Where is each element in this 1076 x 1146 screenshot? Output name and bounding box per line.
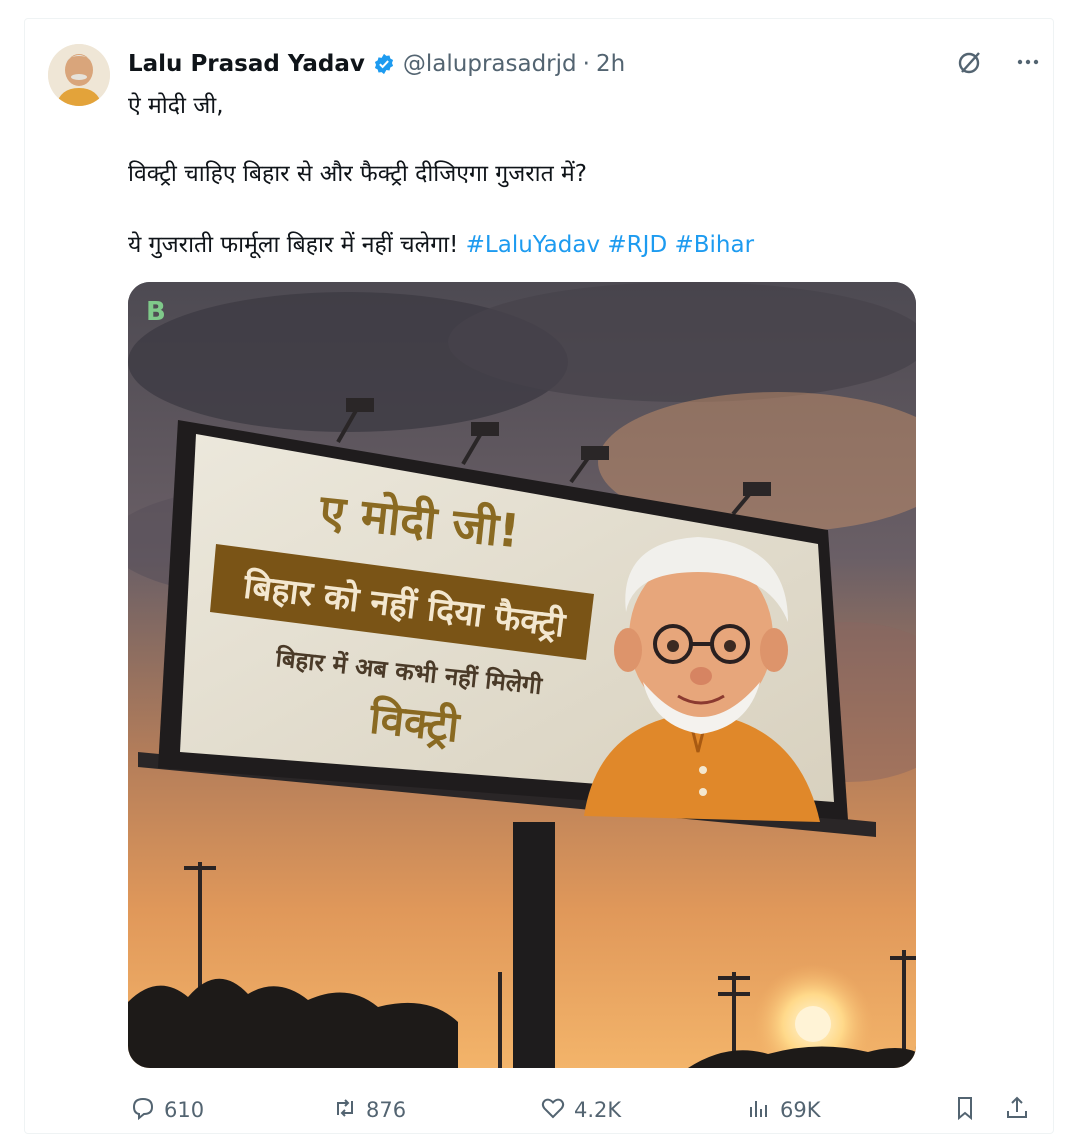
hashtag-bihar[interactable]: #Bihar — [674, 232, 754, 258]
views-count: 69K — [780, 1098, 821, 1122]
repost-icon — [332, 1095, 358, 1126]
separator-dot: · — [582, 51, 590, 77]
post-top-actions — [956, 48, 1042, 76]
image-logo: B — [146, 297, 166, 327]
share-button[interactable] — [1004, 1090, 1030, 1130]
hashtag-laluyadav[interactable]: #LaluYadav — [466, 232, 600, 258]
repost-button[interactable]: 876 — [332, 1090, 406, 1130]
views-button[interactable]: 69K — [746, 1090, 821, 1130]
bookmark-icon — [952, 1095, 978, 1126]
repost-count: 876 — [366, 1098, 407, 1122]
like-button[interactable]: 4.2K — [540, 1090, 621, 1130]
post-text-line-2: विक्ट्री चाहिए बिहार से और फैक्ट्री दीजि… — [128, 161, 588, 187]
post-actions-bar: 610 876 4.2K 69K — [128, 1090, 1038, 1130]
author-name[interactable]: Lalu Prasad Yadav — [128, 51, 365, 77]
views-icon — [746, 1095, 772, 1126]
post-text-line-3-body: ये गुजराती फार्मूला बिहार में नहीं चलेगा… — [128, 232, 459, 258]
heart-icon — [540, 1095, 566, 1126]
author-handle[interactable]: @laluprasadrjd — [403, 51, 577, 77]
post-header: Lalu Prasad Yadav @laluprasadrjd · 2h — [128, 46, 625, 82]
hashtag-rjd[interactable]: #RJD — [607, 232, 667, 258]
share-icon — [1004, 1095, 1030, 1126]
bookmark-button[interactable] — [952, 1090, 978, 1130]
grok-icon[interactable] — [956, 48, 984, 76]
reply-count: 610 — [164, 1098, 205, 1122]
post-time[interactable]: 2h — [596, 51, 625, 77]
verified-badge-icon — [373, 53, 395, 75]
like-count: 4.2K — [574, 1098, 622, 1122]
post-image[interactable]: ए मोदी जी! बिहार को नहीं दिया फैक्ट्री ब… — [128, 282, 916, 1068]
billboard-bottom: विक्ट्री — [367, 693, 464, 751]
post-text-line-1: ऐ मोदी जी, — [128, 93, 224, 119]
post-text-line-3: ये गुजराती फार्मूला बिहार में नहीं चलेगा… — [128, 227, 754, 259]
reply-icon — [130, 1095, 156, 1126]
reply-button[interactable]: 610 — [130, 1090, 204, 1130]
more-icon[interactable] — [1014, 48, 1042, 76]
avatar[interactable] — [48, 44, 110, 106]
